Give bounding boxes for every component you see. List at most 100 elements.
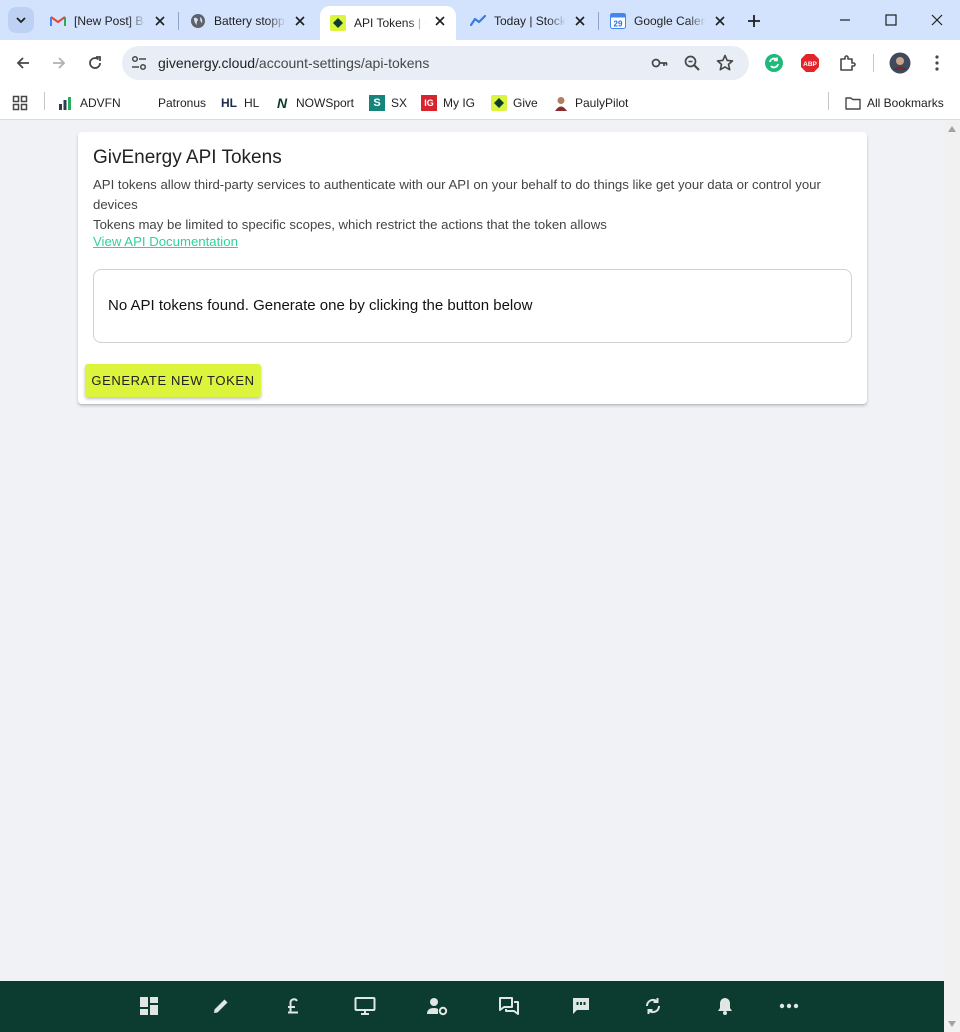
bookmarks-bar	[0, 86, 960, 120]
bookmark-star-icon[interactable]	[715, 53, 735, 73]
chart-line-icon	[470, 13, 486, 29]
maximize-icon	[885, 14, 897, 26]
feedback-icon[interactable]	[569, 994, 593, 1018]
page-scrollbar[interactable]	[944, 121, 960, 1032]
gmail-icon	[50, 13, 66, 29]
bookmark-label: ADVFN	[80, 96, 121, 110]
url-text[interactable]: givenergy.cloud/account-settings/api-tok…	[158, 55, 429, 71]
browser-menu-icon[interactable]	[926, 52, 948, 74]
tab-stock[interactable]: Today | Stock	[460, 6, 596, 36]
site-info-icon[interactable]	[130, 54, 148, 72]
description-line: Tokens may be limited to specific scopes…	[93, 217, 607, 232]
close-icon[interactable]	[432, 13, 448, 29]
close-icon[interactable]	[152, 13, 168, 29]
zoom-icon[interactable]	[682, 53, 702, 73]
dashboard-icon[interactable]	[137, 994, 161, 1018]
page-content: GivEnergy API Tokens API tokens allow th…	[0, 121, 944, 981]
nowsport-icon: N	[276, 95, 288, 111]
folder-icon	[845, 95, 861, 111]
account-settings-icon[interactable]	[425, 994, 449, 1018]
tab-search-button[interactable]	[8, 7, 34, 33]
api-tokens-card: GivEnergy API Tokens API tokens allow th…	[78, 132, 867, 404]
arrow-left-icon	[16, 57, 29, 69]
givenergy-icon	[330, 15, 346, 31]
pound-icon[interactable]	[281, 994, 305, 1018]
monitor-icon[interactable]	[353, 994, 377, 1018]
bookmark-label: Patronus	[158, 96, 207, 110]
close-icon[interactable]	[292, 13, 308, 29]
minimize-icon	[840, 19, 850, 21]
maximize-button[interactable]	[868, 0, 914, 40]
bookmark-advfn[interactable]: ADVFN	[58, 92, 121, 114]
page-description: API tokens allow third-party services to…	[93, 175, 843, 235]
avatar-icon	[553, 95, 569, 111]
tab-google-calendar[interactable]: 29 Google Calen	[600, 6, 736, 36]
close-icon[interactable]	[572, 13, 588, 29]
forward-button[interactable]	[45, 49, 73, 77]
hl-icon: HL	[221, 96, 237, 110]
bookmark-sx[interactable]: S SX	[369, 92, 407, 114]
scroll-down-arrow-icon[interactable]	[948, 1021, 956, 1027]
chevron-down-icon	[16, 17, 26, 24]
bookmark-hl[interactable]: HL HL	[220, 92, 259, 114]
givenergy-icon	[491, 95, 507, 111]
page-title: GivEnergy API Tokens	[93, 147, 282, 168]
address-bar[interactable]: givenergy.cloud/account-settings/api-tok…	[122, 46, 749, 80]
more-icon[interactable]	[777, 994, 801, 1018]
tab-title: Battery stopp	[214, 14, 285, 28]
tab-title: API Tokens | G	[354, 16, 426, 30]
api-documentation-link[interactable]: View API Documentation	[93, 234, 238, 249]
close-icon	[931, 14, 943, 26]
bell-icon[interactable]	[713, 994, 737, 1018]
close-icon[interactable]	[712, 13, 728, 29]
empty-tokens-message-box: No API tokens found. Generate one by cli…	[93, 269, 852, 343]
plus-icon	[748, 15, 760, 27]
scroll-up-arrow-icon[interactable]	[948, 126, 956, 132]
reload-button[interactable]	[81, 49, 109, 77]
sync-icon[interactable]	[641, 994, 665, 1018]
tab-api-tokens[interactable]: API Tokens | G	[320, 6, 456, 40]
password-key-icon[interactable]	[650, 53, 670, 73]
empty-tokens-message: No API tokens found. Generate one by cli…	[108, 297, 533, 314]
all-bookmarks[interactable]: All Bookmarks	[845, 92, 944, 114]
google-calendar-icon: 29	[610, 13, 626, 29]
minimize-button[interactable]	[822, 0, 868, 40]
bookmark-give[interactable]: Give	[491, 92, 538, 114]
bookmark-nowsport[interactable]: N NOWSport	[274, 92, 354, 114]
generate-new-token-button[interactable]: GENERATE NEW TOKEN	[85, 364, 261, 397]
bookmark-label: Give	[513, 96, 538, 110]
browser-toolbar: givenergy.cloud/account-settings/api-tok…	[0, 40, 960, 86]
url-domain: givenergy.cloud	[158, 55, 256, 71]
tab-battery[interactable]: Battery stopp	[180, 6, 316, 36]
forum-icon[interactable]	[497, 994, 521, 1018]
tab-title: [New Post] B	[74, 14, 144, 28]
bookmark-my-ig[interactable]: IG My IG	[421, 92, 475, 114]
svg-text:29: 29	[614, 20, 623, 29]
ig-icon: IG	[421, 95, 437, 111]
apps-button[interactable]	[12, 92, 28, 114]
tab-strip: [New Post] B Battery stopp API Tokens | …	[0, 0, 960, 40]
reload-icon	[89, 56, 101, 69]
advfn-icon	[58, 95, 74, 111]
extensions-puzzle-icon[interactable]	[836, 52, 858, 74]
description-line: API tokens allow third-party services to…	[93, 177, 821, 212]
adblock-plus-icon[interactable]: ABP	[799, 52, 821, 74]
bookmark-paulypilot[interactable]: PaulyPilot	[553, 92, 628, 114]
sync-extension-icon[interactable]	[763, 52, 785, 74]
edit-icon[interactable]	[209, 994, 233, 1018]
tab-divider	[598, 12, 599, 30]
toolbar-divider	[873, 54, 874, 72]
close-window-button[interactable]	[914, 0, 960, 40]
globe-icon	[190, 13, 206, 29]
back-button[interactable]	[9, 49, 37, 77]
bookmark-label: PaulyPilot	[575, 96, 629, 110]
tab-title: Today | Stock	[494, 14, 566, 28]
bookmark-patronus[interactable]: Patronus	[158, 92, 206, 114]
tab-gmail[interactable]: [New Post] B	[40, 6, 176, 36]
bottom-navigation	[0, 981, 944, 1032]
bookmark-divider	[828, 92, 829, 110]
new-tab-button[interactable]	[742, 9, 766, 33]
tab-divider	[178, 12, 179, 30]
profile-avatar[interactable]	[889, 52, 911, 74]
sx-icon: S	[369, 95, 385, 111]
